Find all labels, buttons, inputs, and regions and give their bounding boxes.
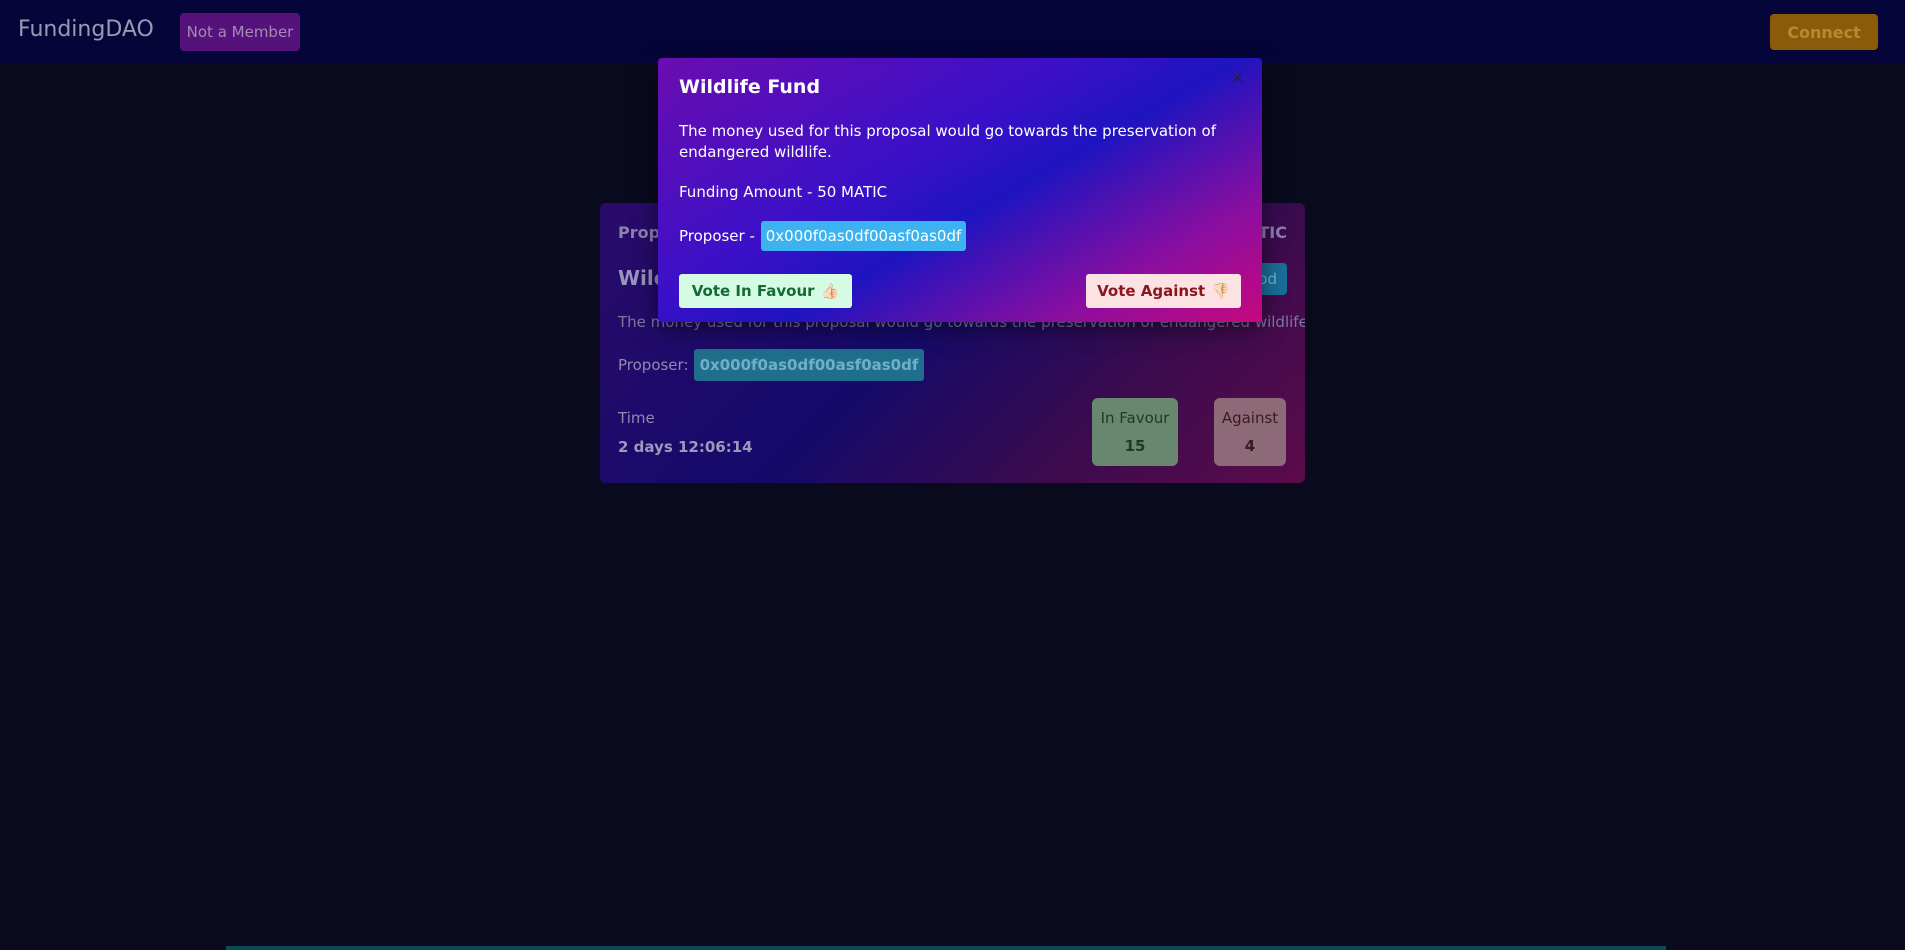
brand-logo[interactable]: FundingDAO (18, 17, 154, 42)
close-icon[interactable]: × (1228, 67, 1246, 88)
modal-description: The money used for this proposal would g… (679, 122, 1216, 161)
navbar: FundingDAO Not a Member Connect (0, 0, 1905, 63)
modal-proposer-address-chip[interactable]: 0x000f0as0df00asf0as0df (761, 221, 966, 251)
membership-status-badge: Not a Member (180, 13, 300, 51)
vote-in-favour-label: Vote In Favour (691, 282, 815, 300)
funding-amount: Funding Amount - 50 MATIC (679, 183, 888, 201)
proposal-modal: × Wildlife Fund The money used for this … (658, 58, 1262, 322)
vote-against-label: Vote Against (1097, 282, 1206, 300)
vote-against-button[interactable]: Vote Against 👎🏻 (1086, 274, 1241, 308)
modal-proposer-label: Proposer - (679, 227, 755, 245)
bottom-divider (226, 946, 1666, 950)
thumbs-up-icon: 👍🏻 (820, 282, 840, 300)
vote-in-favour-button[interactable]: Vote In Favour 👍🏻 (679, 274, 852, 308)
modal-title: Wildlife Fund (679, 76, 821, 98)
thumbs-down-icon: 👎🏻 (1211, 282, 1230, 300)
connect-wallet-button[interactable]: Connect (1770, 14, 1878, 50)
